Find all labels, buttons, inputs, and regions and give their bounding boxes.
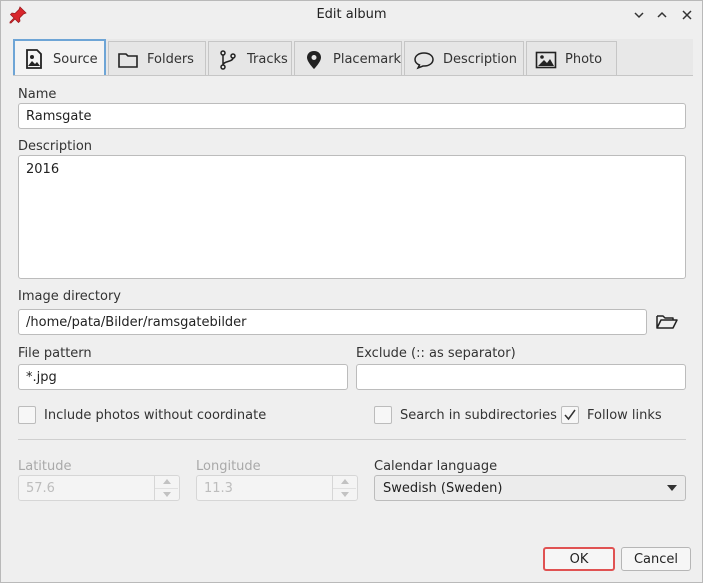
exclude-label: Exclude (:: as separator) xyxy=(356,346,516,361)
cancel-button[interactable]: Cancel xyxy=(621,547,691,571)
dropdown-arrow-icon xyxy=(667,485,677,491)
spin-down-button[interactable] xyxy=(333,489,356,501)
checkbox-box[interactable] xyxy=(561,406,579,424)
tracks-icon xyxy=(217,49,239,71)
tab-source[interactable]: Source xyxy=(13,39,106,77)
include-no-coordinate-checkbox[interactable]: Include photos without coordinate xyxy=(18,406,266,424)
checkbox-label: Search in subdirectories xyxy=(400,407,557,423)
longitude-label: Longitude xyxy=(196,459,261,474)
latitude-label: Latitude xyxy=(18,459,72,474)
chevron-down-icon xyxy=(634,12,644,19)
tab-tracks[interactable]: Tracks xyxy=(208,41,292,77)
close-button[interactable] xyxy=(678,6,696,24)
photo-icon xyxy=(535,49,557,71)
search-subdirectories-checkbox[interactable]: Search in subdirectories xyxy=(374,406,557,424)
checkbox-box[interactable] xyxy=(18,406,36,424)
longitude-value: 11.3 xyxy=(204,480,233,496)
tab-folders[interactable]: Folders xyxy=(108,41,206,77)
checkbox-label: Follow links xyxy=(587,407,662,423)
tab-label: Photo xyxy=(565,52,603,67)
folder-icon xyxy=(117,49,139,71)
maximize-button[interactable] xyxy=(653,6,671,24)
image-icon xyxy=(23,48,45,70)
arrow-down-icon xyxy=(340,491,349,497)
spin-up-button[interactable] xyxy=(333,476,356,489)
follow-links-checkbox[interactable]: Follow links xyxy=(561,406,662,424)
tab-label: Source xyxy=(53,51,98,67)
calendar-language-value: Swedish (Sweden) xyxy=(383,480,503,496)
description-label: Description xyxy=(18,139,93,154)
speech-bubble-icon xyxy=(413,49,435,71)
checkbox-box[interactable] xyxy=(374,406,392,424)
close-icon xyxy=(682,10,692,20)
placemark-icon xyxy=(303,49,325,71)
title-bar: Edit album xyxy=(1,1,702,29)
checkmark-icon xyxy=(564,409,576,421)
description-textarea[interactable]: 2016 xyxy=(18,155,686,279)
tab-label: Tracks xyxy=(247,52,288,67)
ok-button[interactable]: OK xyxy=(543,547,615,571)
window-title: Edit album xyxy=(316,7,387,22)
edit-album-dialog: Edit album Source Folders Tracks Placema… xyxy=(0,0,703,583)
tab-label: Folders xyxy=(147,52,194,67)
tab-description[interactable]: Description xyxy=(404,41,524,77)
exclude-input[interactable] xyxy=(356,364,686,390)
name-label: Name xyxy=(18,87,57,102)
spin-up-button[interactable] xyxy=(155,476,178,489)
tab-placemark[interactable]: Placemark xyxy=(294,41,402,77)
tab-label: Placemark xyxy=(333,52,402,67)
folder-open-icon xyxy=(656,315,678,329)
calendar-language-label: Calendar language xyxy=(374,459,498,474)
latitude-spin-buttons xyxy=(154,476,178,500)
tab-strip: Source Folders Tracks Placemark Descript… xyxy=(13,39,619,77)
spin-down-button[interactable] xyxy=(155,489,178,501)
image-directory-label: Image directory xyxy=(18,289,122,304)
image-directory-input[interactable]: /home/pata/Bilder/ramsgatebilder xyxy=(18,309,647,335)
checkbox-label: Include photos without coordinate xyxy=(44,407,267,423)
latitude-value: 57.6 xyxy=(26,480,55,496)
name-input[interactable]: Ramsgate xyxy=(18,103,686,129)
file-pattern-input[interactable]: *.jpg xyxy=(18,364,348,390)
minimize-button[interactable] xyxy=(630,6,648,24)
browse-folder-button[interactable] xyxy=(653,310,681,334)
tab-label: Description xyxy=(443,52,518,67)
longitude-spin-buttons xyxy=(332,476,356,500)
arrow-up-icon xyxy=(162,479,171,485)
arrow-up-icon xyxy=(340,479,349,485)
chevron-up-icon xyxy=(657,11,667,18)
arrow-down-icon xyxy=(162,491,171,497)
file-pattern-label: File pattern xyxy=(18,346,92,361)
calendar-language-select[interactable]: Swedish (Sweden) xyxy=(374,475,686,501)
tab-photo[interactable]: Photo xyxy=(526,41,617,77)
separator xyxy=(18,439,686,440)
